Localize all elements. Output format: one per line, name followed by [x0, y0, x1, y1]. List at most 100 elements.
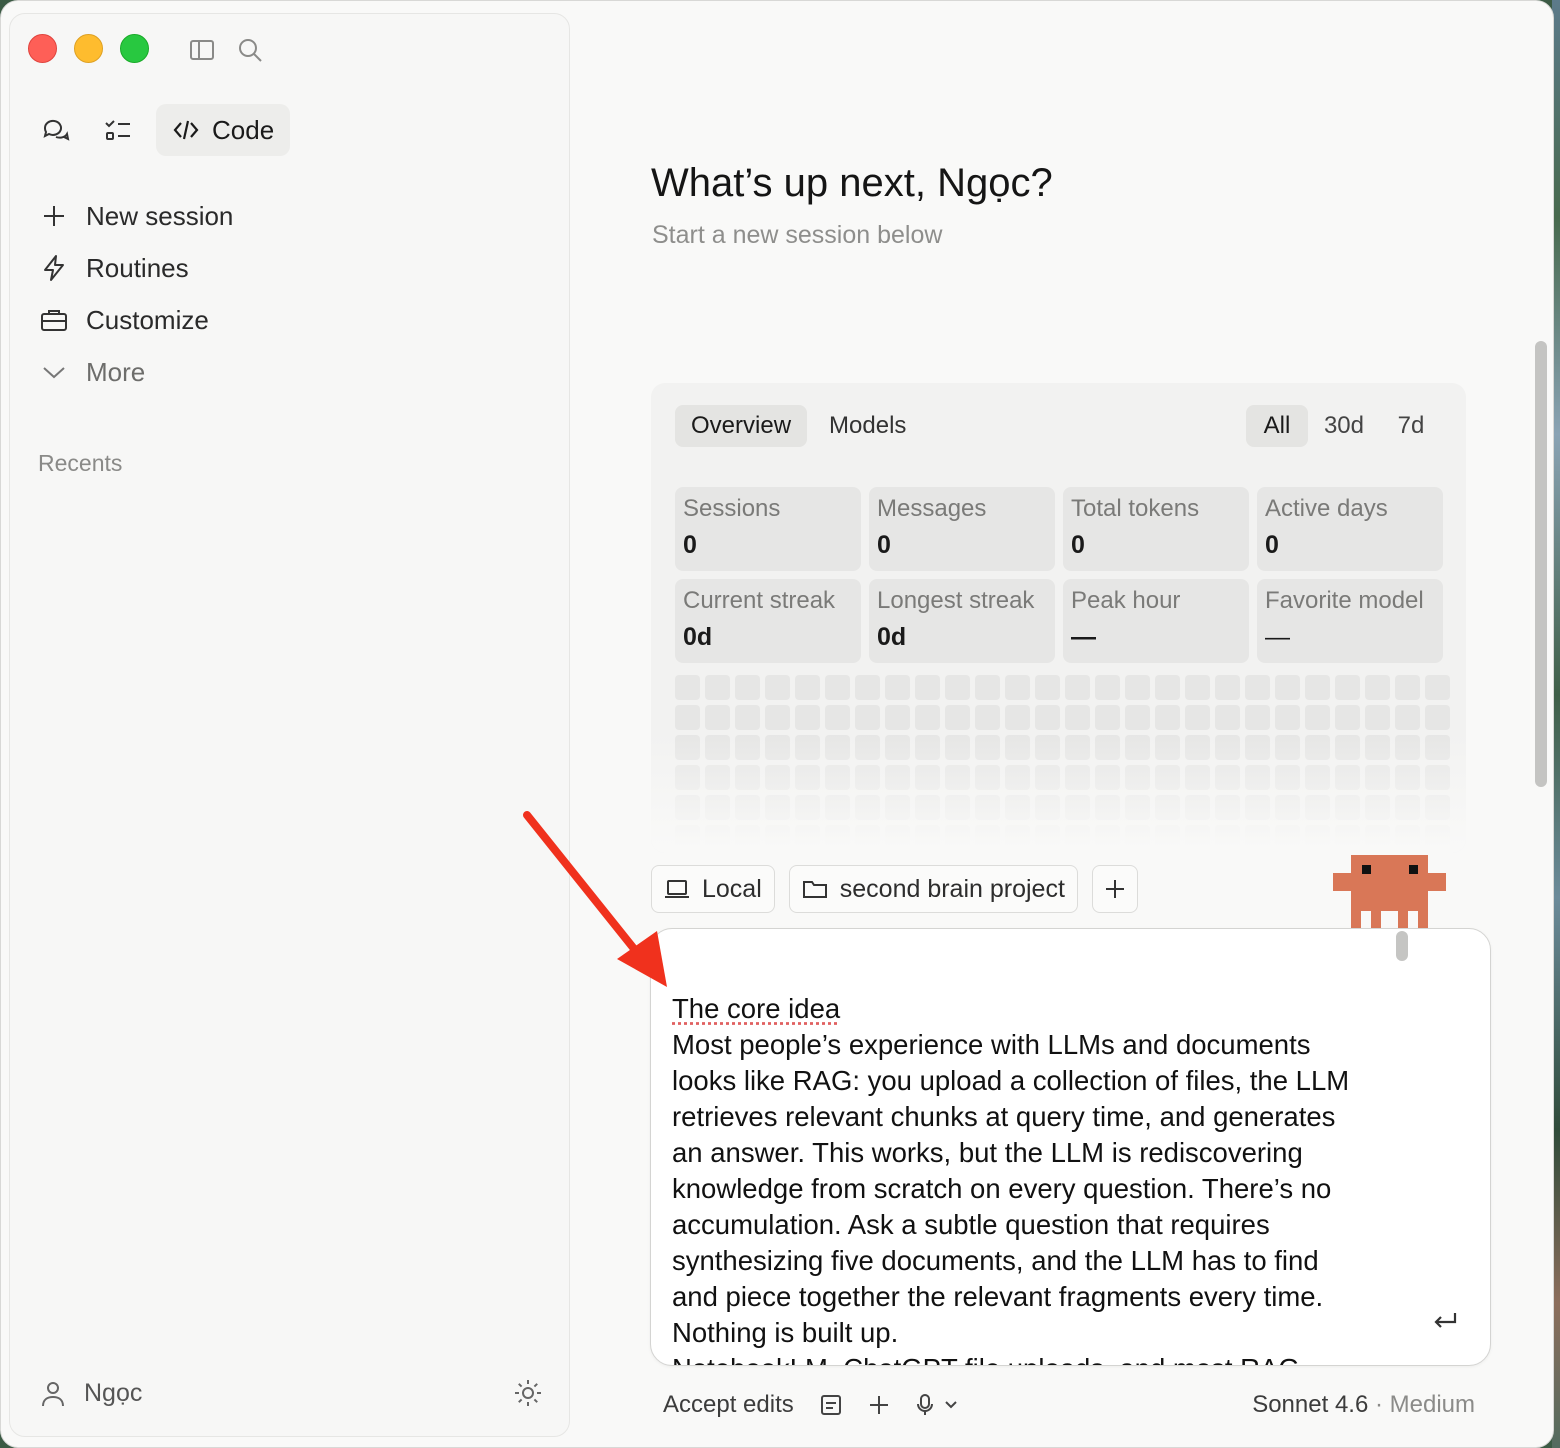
- accept-edits-button[interactable]: Accept edits: [663, 1391, 794, 1419]
- heatmap-cell: [1185, 675, 1210, 700]
- folder-icon: [802, 881, 827, 898]
- panel-fade-overlay: [651, 733, 1466, 853]
- input-body: Most people’s experience with LLMs and d…: [672, 1029, 1357, 1348]
- stat-card-peak-hour: Peak hour —: [1063, 579, 1249, 663]
- heatmap-cell: [1035, 675, 1060, 700]
- model-effort: Medium: [1389, 1391, 1475, 1418]
- heatmap-cell: [705, 705, 730, 730]
- app-window: Code New session Routines Customize More…: [0, 0, 1554, 1448]
- heatmap-cell: [1335, 705, 1360, 730]
- stat-value: —: [1265, 623, 1290, 651]
- stat-label: Messages: [877, 495, 987, 522]
- heatmap-cell: [1215, 675, 1240, 700]
- range-selector: All 30d 7d: [1245, 405, 1442, 447]
- tab-models[interactable]: Models: [813, 405, 922, 447]
- stat-card-longest-streak: Longest streak 0d: [869, 579, 1055, 663]
- model-separator: ·: [1368, 1391, 1390, 1418]
- microphone-icon: [916, 1394, 933, 1415]
- sidebar-item-new-session[interactable]: New session: [38, 190, 233, 242]
- heatmap-cell: [885, 675, 910, 700]
- sidebar-item-label: New session: [86, 200, 234, 231]
- enter-return-icon[interactable]: [1430, 1307, 1460, 1337]
- stat-value: 0: [1071, 531, 1085, 559]
- user-name: Ngọc: [84, 1379, 143, 1407]
- heatmap-cell: [1365, 705, 1390, 730]
- heatmap-cell: [1035, 705, 1060, 730]
- input-scrollbar[interactable]: [1396, 931, 1408, 961]
- code-brackets-icon: [173, 120, 199, 140]
- sidebar-item-routines[interactable]: Routines: [38, 242, 233, 294]
- sidebar-toggle-icon[interactable]: [188, 36, 216, 64]
- heatmap-cell: [915, 675, 940, 700]
- plus-icon: [1105, 880, 1124, 898]
- heatmap-cell: [1395, 675, 1420, 700]
- range-30d[interactable]: 30d: [1310, 405, 1378, 447]
- code-mode-label: Code: [212, 114, 275, 145]
- heatmap-cell: [795, 675, 820, 700]
- close-window-button[interactable]: [28, 34, 57, 63]
- page-subtitle: Start a new session below: [652, 221, 943, 249]
- heatmap-cell: [1095, 675, 1120, 700]
- minimize-window-button[interactable]: [74, 34, 103, 63]
- chat-mode-button[interactable]: [32, 106, 80, 154]
- main-scrollbar[interactable]: [1535, 341, 1547, 787]
- heatmap-cell: [1005, 705, 1030, 730]
- checklist-icon: [105, 120, 130, 140]
- stat-label: Sessions: [683, 495, 781, 522]
- session-context-chips: Local second brain project: [651, 865, 1138, 913]
- stat-label: Total tokens: [1071, 495, 1200, 522]
- code-mode-button[interactable]: Code: [156, 104, 291, 156]
- input-cut-line: NotebookLM, ChatGPT file uploads, and mo…: [672, 1353, 1300, 1365]
- model-name: Sonnet 4.6: [1252, 1391, 1369, 1418]
- project-folder-chip[interactable]: second brain project: [788, 865, 1078, 913]
- project-folder-label: second brain project: [839, 874, 1065, 903]
- recents-heading: Recents: [38, 450, 123, 476]
- heatmap-cell: [1005, 675, 1030, 700]
- add-context-button[interactable]: [1091, 865, 1138, 913]
- heatmap-cell: [675, 675, 700, 700]
- heatmap-cell: [1185, 705, 1210, 730]
- stat-value: 0: [1265, 531, 1279, 559]
- chevron-down-icon: [945, 1401, 957, 1409]
- heatmap-cell: [1275, 675, 1300, 700]
- stat-value: 0: [877, 531, 891, 559]
- composer-toolbar: Accept edits Sonnet 4.6 · Medium: [663, 1385, 1475, 1425]
- chevron-down-icon: [43, 367, 65, 379]
- environment-label: Local: [702, 874, 762, 903]
- heatmap-cell: [825, 705, 850, 730]
- heatmap-cell: [1245, 705, 1270, 730]
- plan-document-icon[interactable]: [820, 1393, 842, 1417]
- stats-tabs: Overview Models: [675, 405, 922, 447]
- heatmap-cell: [1215, 705, 1240, 730]
- sidebar-item-label: More: [86, 356, 146, 387]
- heatmap-cell: [1365, 675, 1390, 700]
- plus-icon[interactable]: [868, 1394, 890, 1416]
- user-icon: [42, 1381, 64, 1406]
- heatmap-cell: [945, 675, 970, 700]
- prompt-input-box[interactable]: The core idea Most people’s experience w…: [650, 928, 1491, 1366]
- heatmap-cell: [735, 705, 760, 730]
- stat-card-active-days: Active days 0: [1257, 487, 1443, 571]
- stat-label: Peak hour: [1071, 587, 1181, 614]
- tab-overview[interactable]: Overview: [675, 405, 808, 447]
- heatmap-cell: [1245, 675, 1270, 700]
- model-selector[interactable]: Sonnet 4.6 · Medium: [1252, 1391, 1475, 1419]
- maximize-window-button[interactable]: [120, 34, 149, 63]
- voice-input-button[interactable]: [916, 1393, 958, 1417]
- sidebar-item-more[interactable]: More: [38, 346, 233, 398]
- stat-card-favorite-model: Favorite model —: [1257, 579, 1443, 663]
- stat-value: 0d: [877, 623, 907, 651]
- theme-toggle-icon[interactable]: [513, 1378, 543, 1408]
- tasks-mode-button[interactable]: [94, 106, 142, 154]
- bolt-icon: [44, 255, 64, 281]
- stat-card-messages: Messages 0: [869, 487, 1055, 571]
- stat-label: Active days: [1265, 495, 1388, 522]
- search-icon[interactable]: [236, 36, 264, 64]
- range-7d[interactable]: 7d: [1380, 405, 1442, 447]
- heatmap-cell: [1155, 705, 1180, 730]
- sidebar-item-label: Routines: [86, 252, 189, 283]
- prompt-textarea[interactable]: The core idea Most people’s experience w…: [672, 991, 1372, 1365]
- user-profile[interactable]: Ngọc: [40, 1379, 142, 1408]
- sidebar-item-customize[interactable]: Customize: [38, 294, 233, 346]
- range-all[interactable]: All: [1245, 405, 1308, 447]
